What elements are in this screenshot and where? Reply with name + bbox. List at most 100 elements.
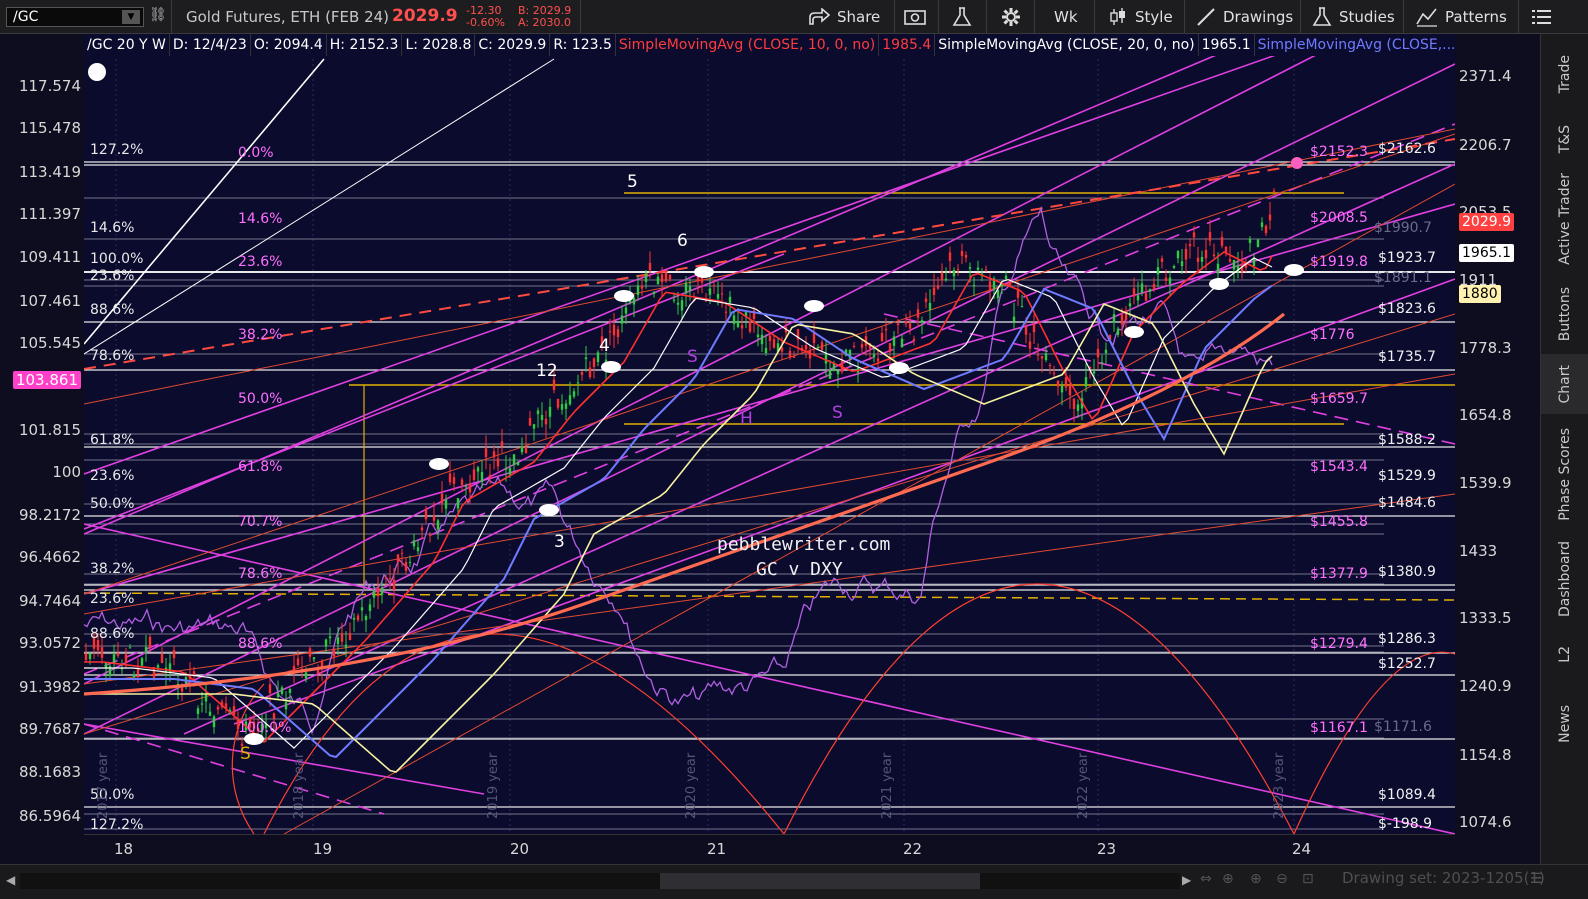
scroll-right-icon[interactable]: ▶ bbox=[1182, 873, 1191, 887]
candle-body bbox=[520, 446, 524, 453]
year-marker: 2018 year bbox=[292, 752, 307, 819]
expand-icon[interactable]: ⇔ bbox=[1200, 871, 1212, 887]
candle-body bbox=[216, 706, 220, 710]
year-marker: 2019 year bbox=[486, 752, 501, 819]
candle-body bbox=[372, 590, 376, 598]
sidebar-tab-buttons[interactable]: Buttons bbox=[1541, 274, 1588, 354]
candle-body bbox=[716, 294, 720, 299]
price-level-white: $1529.9 bbox=[1378, 468, 1436, 484]
time-scrollbar[interactable] bbox=[20, 873, 1180, 889]
scroll-left-icon[interactable]: ◀ bbox=[6, 873, 15, 887]
crosshair-icon[interactable]: ⊕ bbox=[1222, 871, 1234, 887]
candle-body bbox=[1220, 236, 1224, 246]
candle-body bbox=[988, 281, 992, 290]
candle-body bbox=[1120, 314, 1124, 325]
time-axis[interactable]: 18 19 20 21 22 23 24 bbox=[84, 834, 1455, 864]
flask-icon bbox=[1312, 7, 1332, 26]
price-level-faded: $1171.6 bbox=[1374, 719, 1432, 735]
price-level-pink: $1377.9 bbox=[1310, 566, 1368, 582]
candle-body bbox=[896, 323, 900, 326]
candle-body bbox=[160, 654, 164, 663]
pivot-marker bbox=[1209, 278, 1229, 290]
wave-label: 5 bbox=[627, 172, 638, 192]
studies-button[interactable]: Studies bbox=[1312, 0, 1395, 34]
sidebar-tab-trade[interactable]: Trade bbox=[1541, 34, 1588, 114]
menu-button[interactable] bbox=[1532, 0, 1552, 34]
watermark-site: pebblewriter.com bbox=[717, 534, 891, 555]
price-level-white: $1252.7 bbox=[1378, 656, 1436, 672]
sidebar-tab-phase-scores[interactable]: Phase Scores bbox=[1541, 414, 1588, 534]
snapshot-button[interactable] bbox=[904, 0, 926, 34]
right-price-axis[interactable]: 2371.4 2206.7 2053.5 1911 1778.3 1654.8 1539.9… bbox=[1455, 34, 1540, 834]
candle-body bbox=[764, 347, 768, 354]
drawing-set-menu-icon[interactable]: ☰ bbox=[1530, 871, 1543, 887]
chart-area[interactable]: 117.574 115.478 113.419 111.397 109.411 107.4… bbox=[0, 34, 1540, 864]
candle-body bbox=[624, 307, 628, 314]
white-trend-line bbox=[84, 58, 555, 355]
wave-label: S bbox=[832, 403, 843, 423]
scrollbar-thumb[interactable] bbox=[660, 873, 980, 889]
link-icon[interactable]: ⛓ bbox=[149, 7, 167, 27]
candle-body bbox=[356, 615, 360, 621]
sma20-label[interactable]: SimpleMovingAvg (CLOSE, 20, 0, no) bbox=[935, 34, 1199, 56]
candle-body bbox=[284, 702, 288, 710]
sidebar-tab-t-s[interactable]: T&S bbox=[1541, 114, 1588, 164]
zoom-in-icon[interactable]: ⊕ bbox=[1250, 871, 1262, 887]
divider bbox=[171, 0, 172, 34]
candle-body bbox=[1168, 277, 1172, 284]
sidebar-tab-active-trader[interactable]: Active Trader bbox=[1541, 164, 1588, 274]
drawings-button[interactable]: Drawings bbox=[1196, 0, 1293, 34]
style-button[interactable]: Style bbox=[1108, 0, 1173, 34]
fit-icon[interactable]: ⊡ bbox=[1302, 871, 1314, 887]
settings-button[interactable] bbox=[1001, 0, 1021, 34]
lab-button[interactable] bbox=[952, 0, 972, 34]
candle-body bbox=[608, 331, 612, 333]
candle-body bbox=[664, 272, 668, 282]
candle-body bbox=[464, 486, 468, 488]
zoom-out-icon[interactable]: ⊖ bbox=[1276, 871, 1288, 887]
period-button[interactable]: Wk bbox=[1054, 0, 1078, 34]
sidebar-tab-chart[interactable]: Chart bbox=[1541, 354, 1588, 414]
candle-body bbox=[360, 607, 364, 611]
candle-body bbox=[444, 499, 448, 509]
sidebar-tab-dashboard[interactable]: Dashboard bbox=[1541, 534, 1588, 624]
time-axis-label: 19 bbox=[313, 840, 333, 858]
candle-body bbox=[400, 552, 404, 554]
sidebar-tab-l-[interactable]: L2 bbox=[1541, 624, 1588, 684]
price-plot[interactable]: 127.2% 14.6% 100.0% 23.6% 88.6% 78.6% 61.8% 23.… bbox=[84, 34, 1455, 834]
fib-label-center: 70.7% bbox=[238, 514, 283, 530]
drawing-set-label[interactable]: Drawing set: 2023-1205(1) bbox=[1342, 869, 1545, 887]
symbol-input[interactable]: /GC ▼ bbox=[6, 7, 144, 27]
candle-body bbox=[960, 251, 964, 256]
pivot-marker bbox=[694, 266, 714, 278]
candle-body bbox=[768, 335, 772, 342]
dashed-support-line bbox=[84, 592, 1455, 601]
candle-body bbox=[616, 329, 620, 338]
left-price-axis[interactable]: 117.574 115.478 113.419 111.397 109.411 107.4… bbox=[0, 34, 84, 834]
candle-body bbox=[328, 636, 332, 639]
price-level-white: $1286.3 bbox=[1378, 631, 1436, 647]
chart-drawings bbox=[84, 34, 1455, 834]
symbol-dropdown-icon[interactable]: ▼ bbox=[122, 10, 140, 24]
year-marker: 2017 year bbox=[96, 752, 111, 819]
studies-label: Studies bbox=[1339, 8, 1395, 26]
candle-body bbox=[1136, 295, 1140, 301]
candle-body bbox=[632, 298, 636, 305]
pivot-marker bbox=[889, 362, 909, 374]
divider bbox=[1034, 0, 1035, 34]
price-level-pink: $1776 bbox=[1310, 327, 1355, 343]
candle-body bbox=[936, 285, 940, 289]
sidebar-tab-label: Phase Scores bbox=[1557, 427, 1573, 521]
share-button[interactable]: Share bbox=[808, 0, 880, 34]
candle-body bbox=[972, 285, 976, 287]
sma10-label[interactable]: SimpleMovingAvg (CLOSE, 10, 0, no) bbox=[616, 34, 880, 56]
right-axis-tick: 1778.3 bbox=[1459, 339, 1512, 357]
candle-body bbox=[404, 561, 408, 571]
sma-third-label[interactable]: SimpleMovingAvg (CLOSE,... bbox=[1255, 34, 1459, 56]
candle-body bbox=[952, 270, 956, 277]
sidebar-tab-news[interactable]: News bbox=[1541, 684, 1588, 764]
candle-body bbox=[124, 654, 128, 664]
patterns-button[interactable]: Patterns bbox=[1416, 0, 1507, 34]
candle-body bbox=[756, 334, 760, 338]
chart-toolbar: /GC ▼ ⛓ Gold Futures, ETH (FEB 24) 2029.9… bbox=[0, 0, 1588, 34]
